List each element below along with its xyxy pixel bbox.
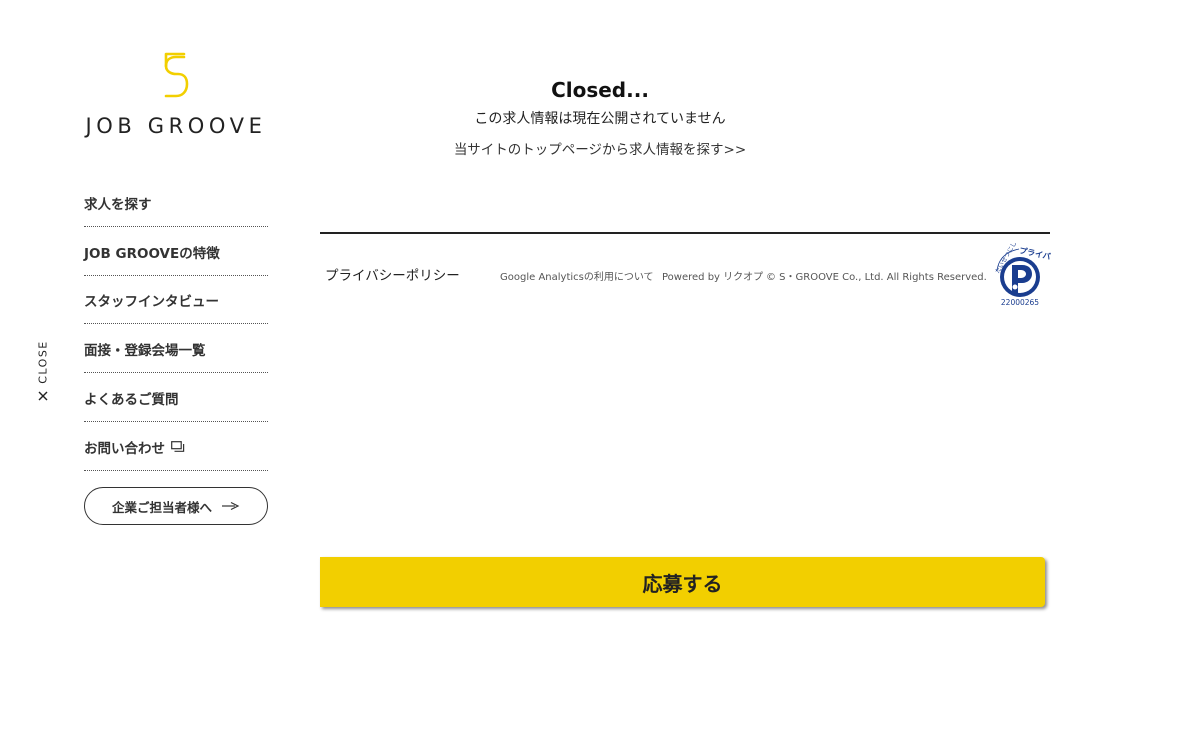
privacy-mark-logo: たいせつにします プライバシー 22000265 [994, 243, 1051, 307]
nav-item-venues[interactable]: 面接・登録会場一覧 [84, 324, 268, 374]
closed-message: この求人情報は現在公開されていません [474, 111, 726, 127]
logo-mark-icon [164, 52, 189, 98]
nav-item-label: よくあるご質問 [84, 392, 179, 409]
close-label: CLOSE [36, 340, 50, 384]
nav-item-label: JOB GROOVEの特徴 [84, 245, 220, 262]
nav-item-staff-interview[interactable]: スタッフインタビュー [84, 276, 268, 325]
nav-item-label: お問い合わせ [84, 440, 165, 457]
corporate-button[interactable]: 企業ご担当者様へ [84, 487, 268, 525]
sidebar-nav: 求人を探す JOB GROOVEの特徴 スタッフインタビュー 面接・登録会場一覧… [84, 178, 268, 471]
nav-item-faq[interactable]: よくあるご質問 [84, 373, 268, 422]
logo-text: JOB GROOVE [85, 114, 267, 138]
powered-by-text: Powered by リクオプ [662, 272, 764, 283]
apply-button[interactable]: 応募する [320, 557, 1045, 607]
nav-item-contact[interactable]: お問い合わせ [84, 422, 268, 471]
nav-item-search-jobs[interactable]: 求人を探す [84, 178, 268, 227]
external-window-icon [171, 441, 185, 453]
privacy-policy-link[interactable]: プライバシーポリシー [325, 264, 460, 284]
nav-item-label: 求人を探す [84, 196, 152, 213]
sidebar-menu: JOB GROOVE 求人を探す JOB GROOVEの特徴 スタッフインタビュ… [84, 50, 268, 525]
arrow-right-icon [222, 501, 240, 511]
pmark-number: 22000265 [1001, 298, 1039, 307]
nav-item-label: 面接・登録会場一覧 [84, 343, 206, 360]
close-icon [38, 391, 48, 401]
google-analytics-link[interactable]: Google Analyticsの利用について [500, 268, 654, 283]
page-title: Closed... [551, 78, 649, 102]
copyright-text: © S・GROOVE Co., Ltd. All Rights Reserved… [766, 272, 987, 283]
page: CLOSE JOB GROOVE 求人を探す JOB GROOVEの特徴 スタッ… [0, 0, 1200, 750]
nav-item-label: スタッフインタビュー [84, 294, 219, 311]
top-page-link[interactable]: 当サイトのトップページから求人情報を探す>> [320, 138, 880, 158]
logo[interactable]: JOB GROOVE [84, 50, 268, 140]
close-menu-button[interactable]: CLOSE [30, 340, 56, 404]
nav-item-features[interactable]: JOB GROOVEの特徴 [84, 227, 268, 276]
corporate-button-label: 企業ご担当者様へ [111, 499, 212, 515]
footer-divider [320, 232, 1050, 234]
